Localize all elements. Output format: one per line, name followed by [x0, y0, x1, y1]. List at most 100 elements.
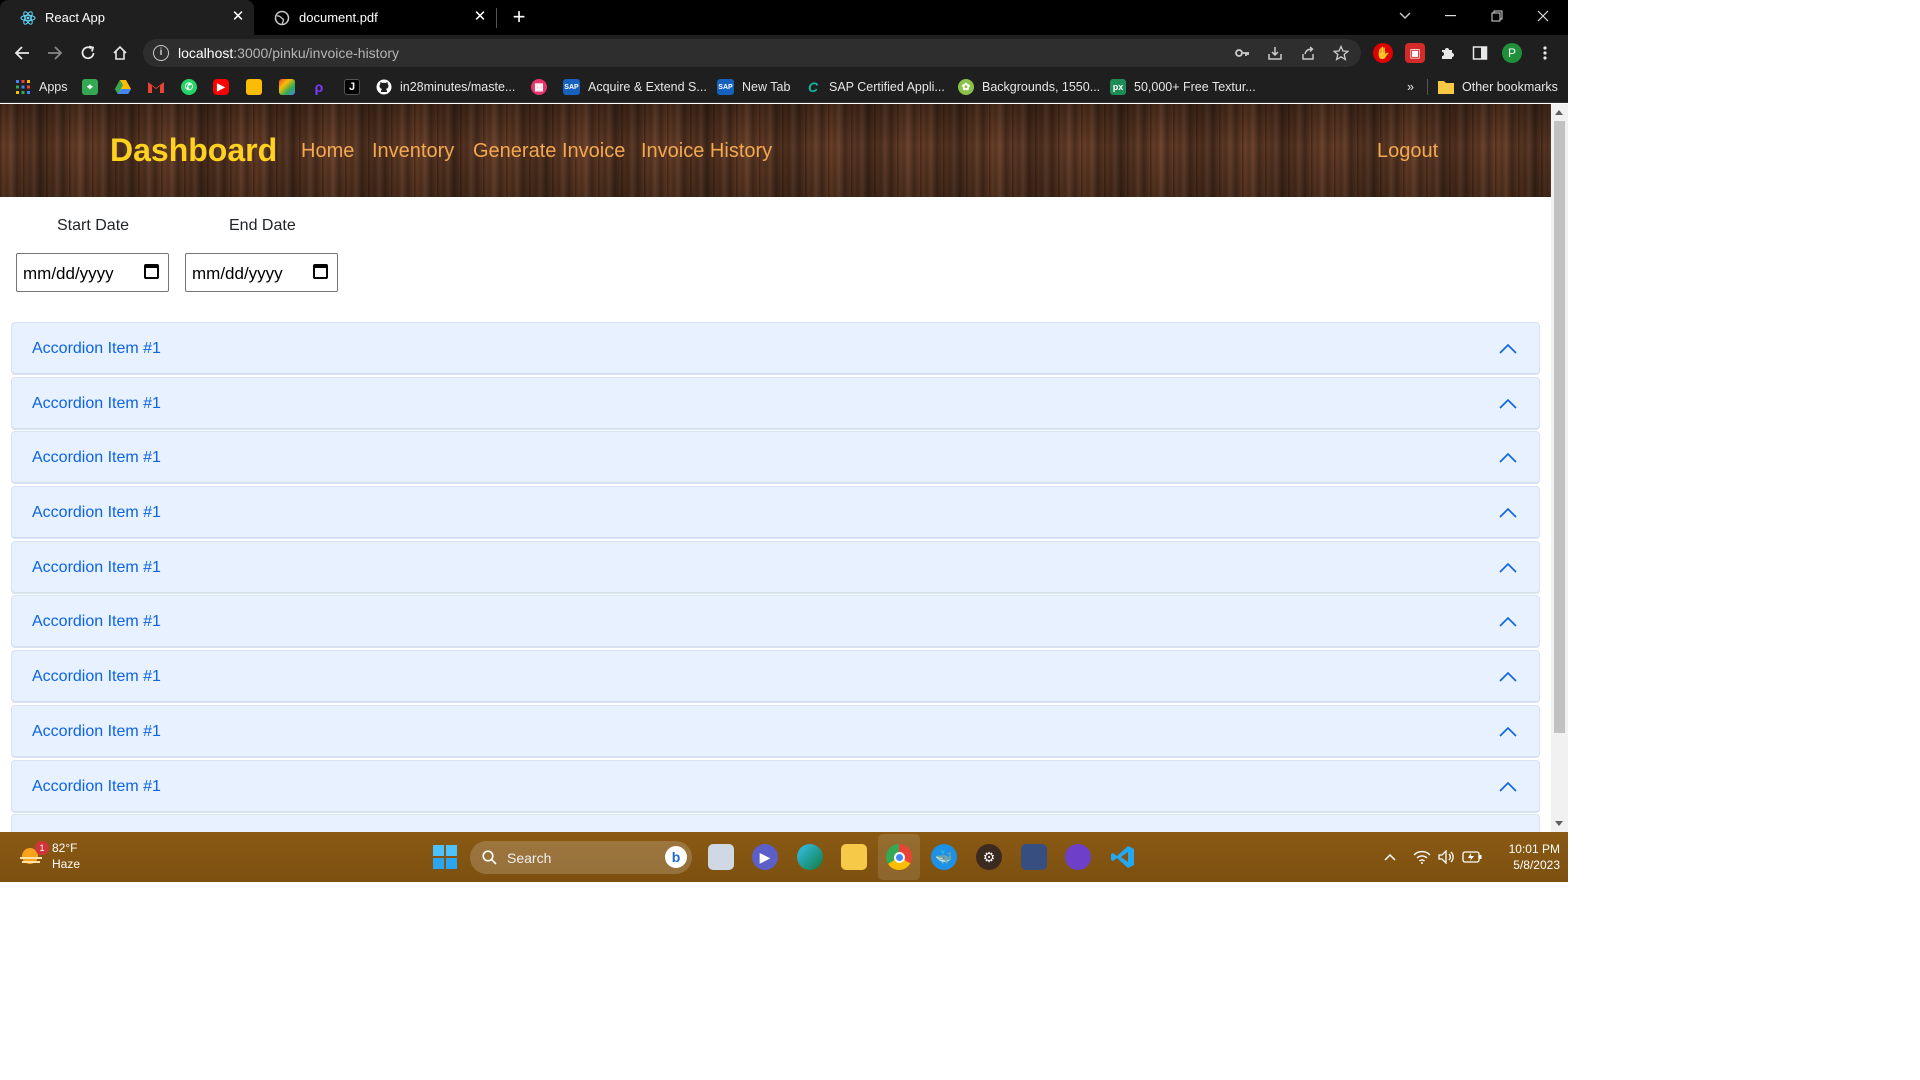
address-bar[interactable]: i localhost:3000/pinku/invoice-history	[143, 39, 1361, 67]
nav-link-inventory[interactable]: Inventory	[372, 140, 454, 163]
chevron-up-icon[interactable]	[1499, 559, 1517, 577]
windows-start-icon[interactable]	[432, 844, 458, 870]
close-window-icon[interactable]	[1520, 0, 1566, 32]
nav-link-invoice-history[interactable]: Invoice History	[641, 140, 772, 163]
taskbar-search[interactable]: Search b	[470, 841, 692, 874]
edge-icon[interactable]	[797, 844, 823, 870]
chevron-up-icon[interactable]	[1499, 449, 1517, 467]
profile-avatar[interactable]: P	[1502, 43, 1522, 63]
bookmark-drive[interactable]	[115, 78, 139, 96]
bookmark-backgrounds[interactable]: ✿ Backgrounds, 1550...	[958, 78, 1100, 96]
tab-react-app[interactable]: React App ✕	[0, 0, 254, 35]
docker-icon[interactable]: 🐳	[931, 844, 957, 870]
side-panel-icon[interactable]	[1470, 43, 1490, 63]
accordion-item[interactable]: Accordion Item #1	[11, 759, 1540, 813]
tab-search-icon[interactable]	[1382, 0, 1428, 32]
close-tab-icon[interactable]: ✕	[472, 9, 488, 25]
logout-link[interactable]: Logout	[1377, 140, 1438, 163]
accordion-item[interactable]: Accordion Item #1	[11, 595, 1540, 649]
bookmark-calendar[interactable]: ▦	[531, 78, 555, 96]
back-arrow-icon[interactable]	[10, 41, 34, 65]
chevron-up-icon[interactable]	[1499, 668, 1517, 686]
px-icon: px	[1110, 79, 1126, 95]
end-date-input[interactable]: mm/dd/yyyy	[185, 253, 338, 292]
chevron-up-icon[interactable]	[1499, 395, 1517, 413]
bookmarks-overflow-button[interactable]: »	[1407, 78, 1414, 96]
chevron-up-icon[interactable]	[1499, 778, 1517, 796]
reload-icon[interactable]	[76, 41, 100, 65]
forward-arrow-icon[interactable]	[43, 41, 67, 65]
scrollbar-thumb[interactable]	[1554, 121, 1565, 733]
system-clock[interactable]: 10:01 PM 5/8/2023	[1490, 841, 1560, 873]
bookmark-keep[interactable]	[246, 78, 270, 96]
task-view-icon[interactable]	[708, 844, 734, 870]
kebab-menu-icon[interactable]	[1535, 43, 1555, 63]
install-app-icon[interactable]	[1266, 45, 1284, 63]
start-date-input[interactable]: mm/dd/yyyy	[16, 253, 169, 292]
teams-chat-icon[interactable]: ▶	[752, 844, 778, 870]
calendar-icon[interactable]	[313, 264, 328, 279]
page-scrollbar[interactable]	[1551, 104, 1568, 832]
vscode-icon[interactable]	[1110, 844, 1136, 870]
bookmark-free-textures[interactable]: px 50,000+ Free Textur...	[1110, 78, 1256, 96]
accordion-item[interactable]: Accordion Item #1	[11, 814, 1540, 832]
key-icon[interactable]	[1233, 45, 1251, 63]
new-tab-icon[interactable]: +	[508, 6, 530, 28]
accordion-item[interactable]: Accordion Item #1	[11, 431, 1540, 485]
bookmark-star-icon[interactable]	[1332, 44, 1350, 63]
bookmark-pipe[interactable]: ρ	[311, 78, 335, 96]
eclipse-sts-icon[interactable]: ⚙	[976, 844, 1002, 870]
bing-icon[interactable]: b	[665, 846, 687, 868]
close-tab-icon[interactable]: ✕	[230, 9, 246, 25]
chevron-up-icon[interactable]	[1499, 723, 1517, 741]
nav-link-home[interactable]: Home	[301, 140, 354, 163]
site-info-icon[interactable]: i	[153, 45, 169, 61]
accordion-item[interactable]: Accordion Item #1	[11, 376, 1540, 430]
bookmark-new-tab[interactable]: SAP New Tab	[717, 78, 790, 96]
bookmark-maps[interactable]: ⌖	[82, 78, 106, 96]
accordion-item[interactable]: Accordion Item #1	[11, 540, 1540, 594]
tray-overflow-icon[interactable]	[1380, 832, 1400, 882]
accordion-item[interactable]: Accordion Item #1	[11, 650, 1540, 704]
scroll-down-arrow-icon[interactable]	[1555, 821, 1563, 826]
tableplus-icon[interactable]	[1021, 844, 1047, 870]
adblock-extension-icon[interactable]: ✋	[1373, 43, 1393, 63]
tab-document-pdf[interactable]: document.pdf ✕	[254, 0, 496, 35]
minimize-icon[interactable]	[1428, 0, 1474, 32]
github-desktop-icon[interactable]	[1065, 844, 1091, 870]
accordion-item[interactable]: Accordion Item #1	[11, 322, 1540, 375]
scroll-up-arrow-icon[interactable]	[1555, 110, 1563, 115]
restore-icon[interactable]	[1474, 0, 1520, 32]
video-extension-icon[interactable]: ▣	[1405, 43, 1425, 63]
end-date-label: End Date	[229, 217, 296, 234]
bookmark-photos[interactable]	[279, 78, 303, 96]
chevron-up-icon[interactable]	[1499, 340, 1517, 358]
extensions-puzzle-icon[interactable]	[1437, 43, 1457, 63]
bookmark-youtube[interactable]: ▶	[213, 78, 237, 96]
share-icon[interactable]	[1299, 45, 1317, 63]
volume-icon[interactable]	[1436, 832, 1458, 882]
accordion-item[interactable]: Accordion Item #1	[11, 704, 1540, 758]
bookmark-whatsapp[interactable]: ✆	[181, 78, 205, 96]
accordion-item[interactable]: Accordion Item #1	[11, 486, 1540, 540]
bookmark-apps[interactable]: Apps	[15, 78, 68, 96]
bookmarks-divider	[1427, 79, 1428, 95]
bookmark-gmail[interactable]	[148, 78, 172, 96]
tab-title: React App	[45, 10, 105, 25]
dashboard-brand[interactable]: Dashboard	[110, 132, 277, 169]
file-explorer-icon[interactable]	[841, 844, 867, 870]
bookmark-sap-certified[interactable]: C SAP Certified Appli...	[805, 78, 945, 96]
chevron-up-icon[interactable]	[1499, 613, 1517, 631]
chrome-icon[interactable]	[886, 844, 912, 870]
bookmark-j[interactable]: J	[344, 78, 368, 96]
wifi-icon[interactable]	[1411, 832, 1433, 882]
chevron-up-icon[interactable]	[1499, 504, 1517, 522]
nav-link-generate-invoice[interactable]: Generate Invoice	[473, 140, 625, 163]
whatsapp-icon: ✆	[181, 79, 197, 95]
bookmark-other-folder[interactable]: Other bookmarks	[1438, 78, 1558, 96]
home-icon[interactable]	[108, 41, 132, 65]
bookmark-in28minutes[interactable]: in28minutes/maste...	[376, 78, 515, 96]
calendar-icon[interactable]	[144, 264, 159, 279]
battery-icon[interactable]	[1461, 832, 1483, 882]
bookmark-acquire-extend[interactable]: SAP Acquire & Extend S...	[563, 78, 707, 96]
